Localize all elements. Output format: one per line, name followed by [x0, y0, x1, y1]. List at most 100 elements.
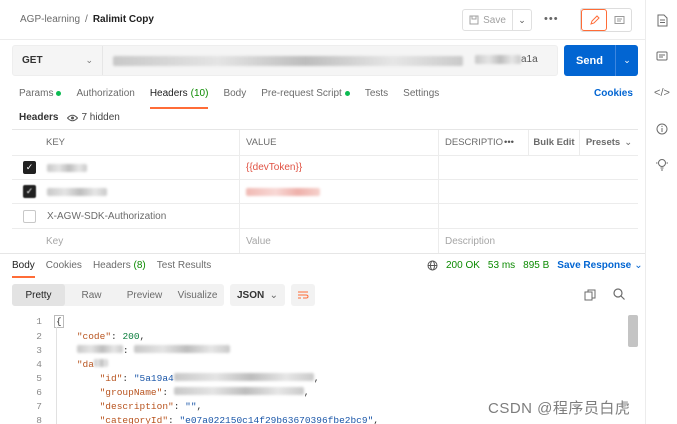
code-line: "id": "5a19a4, — [99, 373, 320, 384]
value-cell[interactable] — [240, 204, 439, 228]
breadcrumb: AGP-learning / Ralimit Copy — [20, 14, 154, 25]
breadcrumb-parent[interactable]: AGP-learning — [20, 14, 80, 25]
tab-test-results[interactable]: Test Results — [157, 260, 211, 271]
tab-response-cookies[interactable]: Cookies — [46, 260, 82, 271]
format-raw[interactable]: Raw — [65, 284, 118, 306]
view-mode-toggle — [580, 8, 632, 32]
line-number: 5 — [36, 373, 42, 384]
request-header: AGP-learning / Ralimit Copy Save ⌄ ••• — [0, 0, 645, 40]
response-size[interactable]: 895 B — [523, 260, 549, 271]
request-name[interactable]: Ralimit Copy — [93, 14, 154, 25]
table-more-button[interactable]: ••• — [504, 130, 528, 155]
search-icon — [613, 288, 625, 300]
headers-table: KEY VALUE DESCRIPTIO ••• Bulk Edit Prese… — [12, 129, 638, 254]
json-key: "da — [76, 359, 94, 370]
more-options-button[interactable]: ••• — [544, 13, 559, 25]
description-cell[interactable] — [439, 180, 638, 203]
new-key-input[interactable]: Key — [12, 229, 240, 254]
redacted-text — [173, 387, 304, 395]
row-checkbox[interactable] — [23, 209, 36, 223]
tab-authorization[interactable]: Authorization — [76, 88, 134, 109]
save-button[interactable]: Save — [463, 10, 513, 30]
edit-mode-button[interactable] — [581, 9, 607, 31]
info-icon[interactable] — [655, 122, 669, 136]
send-button[interactable]: Send — [564, 45, 616, 76]
chevron-down-icon: ⌄ — [269, 289, 278, 301]
url-input-tail[interactable]: a1a — [475, 54, 538, 65]
tab-settings[interactable]: Settings — [403, 88, 439, 109]
url-tail-text: a1a — [521, 54, 538, 65]
column-header-key: KEY — [12, 130, 240, 155]
table-row: X-AGW-SDK-Authorization — [12, 204, 638, 229]
tab-authorization-label: Authorization — [76, 88, 135, 99]
tab-settings-label: Settings — [403, 88, 440, 99]
table-row: ✓ — [12, 180, 638, 204]
tab-pre-request-script[interactable]: Pre-request Script — [261, 88, 350, 109]
key-cell[interactable]: ✓ — [12, 180, 240, 203]
row-checkbox[interactable]: ✓ — [23, 185, 36, 198]
bulk-edit-button[interactable]: Bulk Edit — [528, 130, 580, 155]
tab-response-body[interactable]: Body — [12, 260, 35, 278]
right-sidebar: </> — [645, 0, 677, 424]
line-number: 1 — [36, 316, 42, 327]
redacted-key — [47, 163, 87, 172]
save-response-button[interactable]: Save Response ⌄ — [557, 260, 642, 271]
send-dropdown-button[interactable]: ⌄ — [616, 45, 638, 76]
cookies-link[interactable]: Cookies — [594, 88, 633, 99]
column-header-value: VALUE — [240, 130, 439, 155]
tab-response-headers-label: Headers — [92, 260, 131, 271]
description-cell[interactable] — [439, 156, 638, 179]
tab-response-headers[interactable]: Headers (8) — [93, 260, 146, 271]
save-icon — [469, 15, 479, 25]
hidden-headers-toggle[interactable]: 7 hidden — [67, 112, 120, 123]
value-cell[interactable] — [240, 180, 439, 203]
new-description-input[interactable]: Description — [439, 229, 638, 254]
redacted-text — [76, 345, 123, 353]
pencil-icon — [589, 14, 600, 25]
json-value: 200 — [122, 331, 140, 342]
search-response-button[interactable] — [613, 288, 625, 303]
row-checkbox[interactable]: ✓ — [23, 161, 36, 174]
comment-mode-button[interactable] — [607, 9, 631, 31]
json-value: "5a19a4 — [133, 373, 174, 384]
line-number: 8 — [36, 415, 42, 424]
redacted-text — [134, 345, 231, 353]
method-select[interactable]: GET ⌄ — [13, 46, 103, 75]
json-key: "categoryId" — [99, 415, 169, 424]
presets-button[interactable]: Presets ⌄ — [580, 130, 638, 155]
request-tabs: Params Authorization Headers (10) Body Pr… — [19, 88, 439, 109]
vertical-scrollbar[interactable] — [628, 315, 638, 347]
chat-icon[interactable] — [655, 50, 669, 64]
tab-params[interactable]: Params — [19, 88, 62, 109]
save-response-label: Save Response — [557, 260, 632, 271]
lightbulb-icon[interactable] — [655, 157, 669, 171]
format-preview[interactable]: Preview — [118, 284, 171, 306]
url-input[interactable] — [113, 56, 463, 69]
method-label: GET — [22, 55, 43, 66]
tab-tests[interactable]: Tests — [365, 88, 388, 109]
format-visualize[interactable]: Visualize — [171, 284, 224, 306]
tab-response-headers-count: (8) — [133, 260, 146, 271]
line-number: 2 — [36, 331, 42, 342]
copy-button[interactable] — [584, 289, 596, 304]
header-key-text: X-AGW-SDK-Authorization — [47, 210, 167, 222]
wrap-lines-button[interactable] — [291, 284, 315, 306]
tab-headers[interactable]: Headers (10) — [149, 88, 208, 109]
description-cell[interactable] — [439, 204, 638, 228]
tab-body-label: Body — [223, 88, 247, 99]
language-select[interactable]: JSON ⌄ — [230, 284, 285, 306]
tab-body[interactable]: Body — [223, 88, 246, 109]
response-status: 200 OK 53 ms 895 B Save Response ⌄ — [427, 260, 643, 271]
globe-icon[interactable] — [427, 260, 438, 271]
document-icon[interactable] — [655, 13, 669, 27]
key-cell[interactable]: ✓ — [12, 156, 240, 179]
response-time[interactable]: 53 ms — [488, 260, 515, 271]
code-line: "description": "", — [99, 401, 203, 412]
new-value-input[interactable]: Value — [240, 229, 439, 254]
status-code[interactable]: 200 OK — [446, 260, 480, 271]
code-icon[interactable]: </> — [654, 86, 670, 100]
value-cell[interactable]: {{devToken}} — [240, 156, 439, 179]
key-cell[interactable]: X-AGW-SDK-Authorization — [12, 204, 240, 228]
format-pretty[interactable]: Pretty — [12, 284, 65, 306]
save-dropdown-button[interactable]: ⌄ — [513, 15, 531, 26]
